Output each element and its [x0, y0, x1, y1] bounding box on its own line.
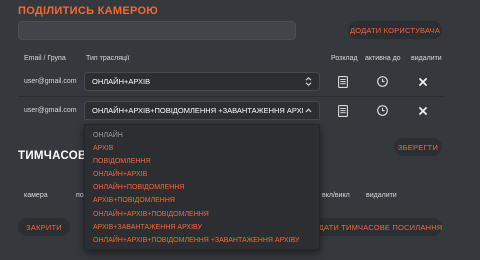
stream-type-value: ОНЛАЙН+АРХІВ+ПОВІДОМЛЕННЯ +ЗАВАНТАЖЕННЯ …	[92, 106, 304, 115]
clock-icon[interactable]	[376, 75, 389, 88]
add-user-button[interactable]: ДОДАТИ КОРИСТУВАЧА	[348, 21, 442, 39]
row-divider	[18, 96, 444, 97]
chevron-up-icon	[304, 107, 312, 115]
dropdown-option[interactable]: АРХІВ+ПОВІДОМЛЕННЯ	[85, 194, 319, 207]
header-col2: по	[76, 192, 84, 199]
email-input-field[interactable]	[18, 21, 296, 41]
stream-type-value: ОНЛАЙН+АРХІВ	[92, 77, 151, 86]
header-active-until: активна до	[365, 55, 401, 62]
stream-type-dropdown: ОНЛАЙН АРХІВ ПОВІДОМЛЕННЯ ОНЛАЙН+АРХІВ О…	[84, 124, 320, 250]
header-camera: камера	[24, 192, 48, 199]
dropdown-option[interactable]: ПОВІДОМЛЕННЯ	[85, 155, 319, 168]
close-icon[interactable]	[417, 105, 428, 116]
table-row: user@gmail.com ОНЛАЙН+АРХІВ	[0, 72, 480, 92]
chevron-updown-icon	[304, 77, 312, 86]
email-input[interactable]	[19, 24, 295, 41]
table-row: user@gmail.com ОНЛАЙН+АРХІВ+ПОВІДОМЛЕННЯ…	[0, 101, 480, 121]
dropdown-option[interactable]: ОНЛАЙН	[85, 129, 319, 142]
header-on-off: вкл/викл	[322, 192, 350, 199]
dropdown-option[interactable]: ОНЛАЙН+ПОВІДОМЛЕННЯ	[85, 181, 319, 194]
header-email-group: Email / Група	[24, 55, 66, 62]
header-schedule: Розклад	[331, 55, 358, 62]
calendar-icon[interactable]	[337, 104, 349, 117]
close-icon[interactable]	[417, 76, 428, 87]
stream-type-select[interactable]: ОНЛАЙН+АРХІВ	[84, 72, 320, 91]
header-delete: видалити	[411, 55, 442, 62]
dropdown-option[interactable]: АРХІВ+ЗАВАНТАЖЕННЯ АРХІВУ	[85, 221, 319, 234]
dropdown-option[interactable]: АРХІВ	[85, 142, 319, 155]
stream-type-select[interactable]: ОНЛАЙН+АРХІВ+ПОВІДОМЛЕННЯ +ЗАВАНТАЖЕННЯ …	[84, 101, 320, 120]
dropdown-option[interactable]: ОНЛАЙН+АРХІВ+ПОВІДОМЛЕННЯ +ЗАВАНТАЖЕННЯ …	[85, 234, 319, 247]
row-email: user@gmail.com	[24, 107, 77, 114]
calendar-icon[interactable]	[337, 75, 349, 88]
row-email: user@gmail.com	[24, 78, 77, 85]
dropdown-option[interactable]: ОНЛАЙН+АРХІВ	[85, 168, 319, 181]
header-stream-type: Тип трасляції	[86, 55, 130, 62]
save-button[interactable]: ЗБЕРЕГТИ	[394, 138, 442, 156]
share-camera-title: ПОДІЛИТИСЬ КАМЕРОЮ	[18, 5, 159, 17]
dropdown-option[interactable]: ОНЛАЙН+АРХІВ+ПОВІДОМЛЕННЯ	[85, 208, 319, 221]
clock-icon[interactable]	[376, 104, 389, 117]
header-delete-temp: видалити	[366, 192, 397, 199]
add-temporary-link-button[interactable]: ДОДАТИ ТИМЧАСОВЕ ПОСИЛАННЯ	[308, 218, 442, 236]
close-button[interactable]: ЗАКРИТИ	[18, 218, 70, 236]
